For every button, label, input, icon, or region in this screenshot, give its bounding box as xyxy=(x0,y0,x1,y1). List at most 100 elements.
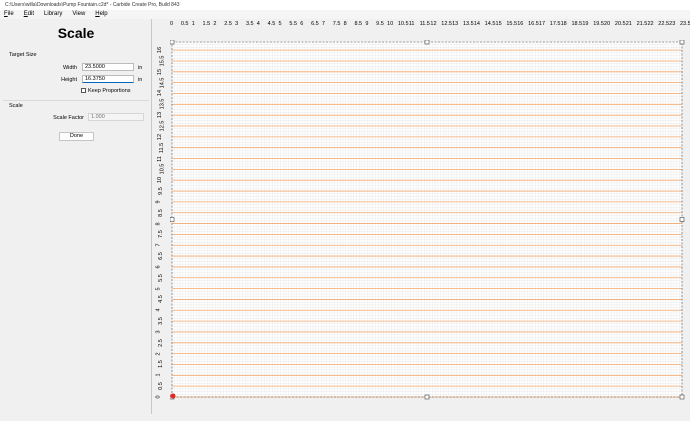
menu-view[interactable]: View xyxy=(72,10,85,19)
horizontal-ruler: 0 0.5 1 1.5 2 2.5 3 3.5 4 4.5 5 5.5 6 6.5 7 7.5 8 8.5 9 9.5… xyxy=(170,19,690,30)
ruler-x-label: 14.5 xyxy=(484,21,496,27)
window-title: C:\Users\willa\Downloads\Pump Fountain.c… xyxy=(5,2,180,8)
ruler-x-label: 13 xyxy=(452,21,459,27)
ruler-x-label: 12.5 xyxy=(441,21,452,27)
height-unit: in xyxy=(138,77,143,83)
ruler-x-label: 5 xyxy=(278,21,282,27)
resize-handle[interactable] xyxy=(679,394,685,400)
vertical-ruler: 0 0.5 1 1.5 2 2.5 3 3.5 4 4.5 5 5.5 6 6.5 7 7.5 8 8.5 9 9.5… xyxy=(155,32,168,412)
ruler-y-label: 2.5 xyxy=(157,338,164,347)
ruler-x-label: 18 xyxy=(560,21,567,27)
ruler-x-label: 22.5 xyxy=(658,21,670,27)
menu-file[interactable]: File xyxy=(4,10,14,19)
height-label: Height xyxy=(61,77,77,83)
ruler-x-label: 19 xyxy=(582,21,589,27)
ruler-y-label: 9.5 xyxy=(157,187,164,195)
ruler-x-label: 17.5 xyxy=(549,21,561,27)
ruler-x-label: 4.5 xyxy=(267,21,276,27)
ruler-x-label: 19.5 xyxy=(593,21,604,27)
ruler-y-label: 8.5 xyxy=(157,208,164,217)
menu-edit[interactable]: Edit xyxy=(24,10,34,19)
ruler-x-label: 9 xyxy=(365,21,369,27)
ruler-y-label: 7.5 xyxy=(157,230,164,239)
ruler-y-label: 0 xyxy=(155,395,162,399)
resize-handle[interactable] xyxy=(424,40,430,45)
menu-help-label: elp xyxy=(99,11,108,17)
ruler-y-label: 1.5 xyxy=(157,360,164,369)
ruler-x-label: 11 xyxy=(408,21,415,27)
ruler-x-label: 13.5 xyxy=(462,21,474,27)
target-size-heading: Target Size xyxy=(9,52,37,58)
ruler-y-label: 15 xyxy=(157,68,164,75)
ruler-x-label: 20.5 xyxy=(614,21,626,27)
ruler-y-label: 8 xyxy=(155,222,162,226)
resize-handle[interactable] xyxy=(424,394,430,400)
ruler-x-label: 10.5 xyxy=(397,21,409,27)
height-input[interactable] xyxy=(82,75,134,83)
menu-help[interactable]: Help xyxy=(95,10,107,19)
ruler-x-label: 3 xyxy=(235,21,239,27)
design-canvas-area: 0 0.5 1 1.5 2 2.5 3 3.5 4 4.5 5 5.5 6 6.5 7 7.5 8 8.5 9 9.5… xyxy=(152,19,690,414)
scale-heading: Scale xyxy=(9,103,23,109)
ruler-y-label: 10.5 xyxy=(159,164,166,175)
menu-file-label: ile xyxy=(7,11,14,17)
ruler-x-label: 18.5 xyxy=(571,21,583,27)
ruler-x-label: 7 xyxy=(321,21,325,27)
ruler-y-label: 10 xyxy=(157,177,164,184)
ruler-x-label: 10 xyxy=(387,21,394,27)
ruler-x-label: 6 xyxy=(300,21,304,27)
ruler-x-label: 14 xyxy=(473,21,480,27)
ruler-x-label: 2 xyxy=(213,21,217,27)
ruler-y-label: 5.5 xyxy=(157,273,164,282)
resize-handle[interactable] xyxy=(170,40,175,45)
ruler-y-label: 7 xyxy=(155,243,162,247)
ruler-y-label: 4.5 xyxy=(157,295,164,304)
design-grid[interactable] xyxy=(170,40,685,421)
ruler-x-label: 1.5 xyxy=(202,21,211,27)
ruler-x-label: 21.5 xyxy=(636,21,648,27)
ruler-x-label: 20 xyxy=(604,21,611,27)
width-label: Width xyxy=(62,65,77,71)
ruler-x-label: 8.5 xyxy=(354,21,363,27)
ruler-y-label: 12.5 xyxy=(159,120,166,132)
section-divider xyxy=(3,100,149,101)
ruler-x-label: 7.5 xyxy=(332,21,341,27)
done-button[interactable]: Done xyxy=(59,132,94,141)
ruler-x-label: 5.5 xyxy=(289,21,298,27)
ruler-x-label: 16.5 xyxy=(528,21,539,27)
ruler-y-label: 12 xyxy=(157,133,164,140)
origin-marker xyxy=(170,393,176,399)
ruler-y-label: 11 xyxy=(156,155,163,162)
ruler-y-label: 13 xyxy=(157,112,164,119)
ruler-y-label: 14 xyxy=(157,90,164,97)
ruler-y-label: 16 xyxy=(157,47,164,54)
status-bar xyxy=(152,404,690,414)
ruler-x-label: 2.5 xyxy=(224,21,232,27)
scale-factor-input[interactable] xyxy=(88,113,144,121)
ruler-y-label: 13.5 xyxy=(159,98,166,110)
ruler-y-label: 6.5 xyxy=(157,252,164,260)
scale-factor-label: Scale Factor xyxy=(53,115,84,121)
ruler-y-label: 6 xyxy=(155,265,162,269)
menu-view-label: View xyxy=(72,11,86,17)
ruler-x-label: 0.5 xyxy=(180,21,189,27)
ruler-x-label: 9.5 xyxy=(376,21,384,27)
ruler-x-label: 0 xyxy=(170,21,174,27)
ruler-x-label: 12 xyxy=(430,21,437,27)
ruler-y-label: 5 xyxy=(155,287,162,291)
ruler-y-label: 4 xyxy=(155,308,162,312)
ruler-x-label: 23 xyxy=(669,21,676,27)
ruler-x-label: 21 xyxy=(625,21,632,27)
width-input[interactable] xyxy=(82,63,134,71)
menu-library-label: Library xyxy=(44,11,63,17)
ruler-y-label: 1 xyxy=(155,373,162,377)
resize-handle[interactable] xyxy=(170,217,175,222)
ruler-y-label: 3 xyxy=(155,330,162,334)
resize-handle[interactable] xyxy=(679,217,685,222)
ruler-x-label: 16 xyxy=(517,21,524,27)
resize-handle[interactable] xyxy=(679,40,685,45)
ruler-x-label: 4 xyxy=(256,21,260,27)
menu-library[interactable]: Library xyxy=(44,10,62,19)
keep-proportions-checkbox[interactable] xyxy=(81,88,86,93)
ruler-x-label: 15.5 xyxy=(506,21,518,27)
